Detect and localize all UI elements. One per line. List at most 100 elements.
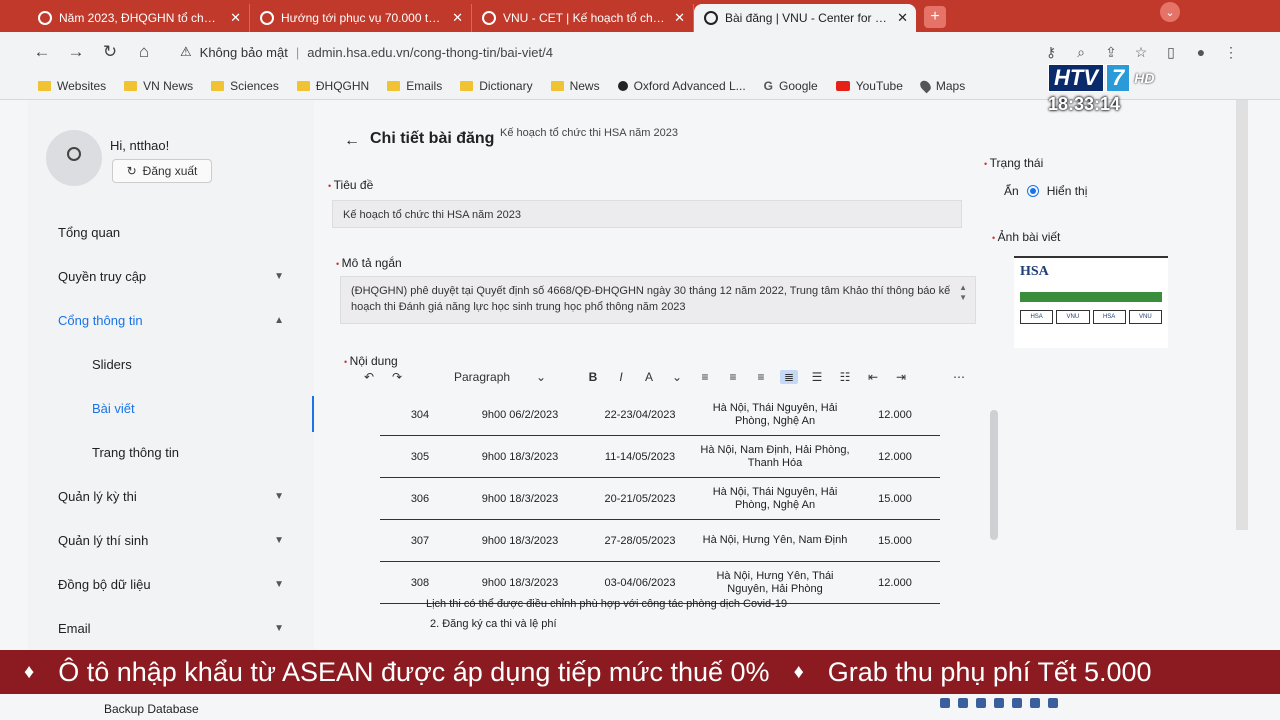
align-right-icon[interactable]: ≡ [752, 370, 770, 384]
logout-icon: ↻ [126, 164, 137, 178]
menu-icon[interactable]: ⋮ [1222, 44, 1240, 61]
logout-button[interactable]: ↻ Đăng xuất [112, 159, 212, 183]
tab-title: VNU - CET | Kế hoạch tổ chức th [503, 11, 668, 25]
taskbar-app-icon[interactable] [976, 698, 986, 708]
exam-place: Hà Nội, Nam Định, Hải Phòng, Thanh Hóa [700, 443, 850, 469]
new-tab-button[interactable]: + [924, 6, 946, 28]
sidebar-item-access[interactable]: Quyền truy cập ▼ [28, 254, 314, 298]
close-tab-icon[interactable]: ✕ [897, 10, 908, 26]
bookmark-item[interactable]: ĐHQGHN [296, 79, 369, 93]
page-title: Chi tiết bài đăng [370, 130, 495, 147]
align-center-icon[interactable]: ≡ [724, 370, 742, 384]
hide-option-label[interactable]: Ẩn [1004, 184, 1019, 198]
redo-icon[interactable]: ↷ [388, 370, 406, 384]
taskbar-app-icon[interactable] [994, 698, 1004, 708]
chevron-down-icon[interactable]: ⌄ [668, 370, 686, 384]
bookmark-label: Websites [57, 78, 107, 93]
sidebar-item-exams[interactable]: Quản lý kỳ thi ▼ [28, 474, 314, 518]
url-bar[interactable]: ⚠ Không bảo mật | admin.hsa.edu.vn/cong-… [172, 38, 1002, 66]
page-scrollbar[interactable] [1236, 100, 1248, 530]
right-panel: Trạng thái Ẩn Hiển thị Ảnh bài viết HSA … [980, 100, 1200, 720]
avatar[interactable] [46, 130, 102, 186]
title-input[interactable]: Kế hoạch tổ chức thi HSA năm 2023 [332, 200, 962, 228]
taskbar-app-icon[interactable] [1048, 698, 1058, 708]
chevron-down-icon: ▼ [274, 534, 284, 546]
align-justify-icon[interactable]: ≣ [780, 370, 798, 384]
bookmark-star-icon[interactable]: ☆ [1132, 44, 1150, 61]
sidebar-item-posts[interactable]: Bài viết [28, 386, 314, 432]
bookmark-item[interactable]: Oxford Advanced L... [617, 79, 746, 93]
bookmark-item[interactable]: Dictionary [460, 79, 533, 93]
show-option-label[interactable]: Hiển thị [1047, 184, 1088, 198]
taskbar-app-icon[interactable] [1030, 698, 1040, 708]
bookmark-label: YouTube [855, 78, 903, 93]
paragraph-label: Paragraph [454, 370, 511, 384]
bookmark-item[interactable]: Sciences [211, 79, 279, 93]
back-icon[interactable]: ← [30, 42, 54, 62]
taskbar-app-icon[interactable] [958, 698, 968, 708]
sidebar-item-candidates[interactable]: Quản lý thí sinh ▼ [28, 518, 314, 562]
show-radio[interactable] [1026, 185, 1039, 197]
bookmark-item[interactable]: Websites [38, 79, 106, 93]
undo-icon[interactable]: ↶ [360, 370, 378, 384]
profile-icon[interactable]: ● [1192, 44, 1210, 61]
editor-scrollbar[interactable] [990, 410, 998, 540]
forward-icon[interactable]: → [64, 42, 88, 62]
bookmark-item[interactable]: G Google [764, 79, 818, 93]
share-icon[interactable]: ⇪ [1102, 44, 1120, 61]
close-tab-icon[interactable]: ✕ [674, 10, 685, 26]
chevron-down-icon: ▼ [274, 578, 284, 590]
zoom-icon[interactable]: ⌕ [1072, 44, 1090, 61]
bookmark-item[interactable]: Emails [387, 79, 442, 93]
sidebar-item-overview[interactable]: Tổng quan [28, 210, 314, 254]
sidebar-item-email[interactable]: Email ▼ [28, 606, 314, 650]
sidebar-item-info-pages[interactable]: Trang thông tin [28, 430, 314, 474]
bullet-list-icon[interactable]: ☰ [808, 370, 826, 384]
italic-icon[interactable]: I [612, 370, 630, 384]
bookmark-item[interactable]: YouTube [835, 78, 903, 93]
close-tab-icon[interactable]: ✕ [452, 10, 463, 26]
close-tab-icon[interactable]: ✕ [230, 10, 241, 26]
reload-icon[interactable]: ↻ [98, 42, 122, 62]
tab-title: Hướng tới phục vụ 70.000 thí sin [281, 11, 446, 25]
page: Hi, ntthao! ↻ Đăng xuất Tổng quan Quyền t… [0, 100, 1280, 720]
paragraph-select[interactable]: Paragraph ⌄ [450, 370, 550, 384]
text-color-icon[interactable]: A [640, 370, 658, 384]
taskbar-app-icon[interactable] [1012, 698, 1022, 708]
sidepanel-icon[interactable]: ▯ [1162, 44, 1180, 61]
exam-qty: 15.000 [878, 534, 912, 547]
browser-tab[interactable]: VNU - CET | Kế hoạch tổ chức th ✕ [472, 4, 694, 32]
sidebar-item-backup[interactable]: Backup Database [104, 702, 199, 716]
numbered-list-icon[interactable]: ☷ [836, 370, 854, 384]
tab-search-icon[interactable]: ⌄ [1160, 2, 1180, 22]
ticker-logo-icon: ♦ [24, 660, 35, 683]
taskbar-app-icon[interactable] [940, 698, 950, 708]
sidebar-item-sync[interactable]: Đồng bộ dữ liệu ▼ [28, 562, 314, 606]
back-arrow-icon[interactable]: ← [344, 132, 360, 150]
bold-icon[interactable]: B [584, 370, 602, 384]
folder-icon [550, 80, 564, 91]
browser-tab[interactable]: Năm 2023, ĐHQGHN tổ chức 8 c ✕ [28, 4, 250, 32]
key-icon[interactable]: ⚷ [1042, 44, 1060, 61]
outdent-icon[interactable]: ⇤ [864, 370, 882, 384]
align-left-icon[interactable]: ≡ [696, 370, 714, 384]
url-text: admin.hsa.edu.vn/cong-thong-tin/bai-viet… [307, 44, 553, 60]
exam-code: 308 [410, 576, 430, 589]
bookmark-item[interactable]: Maps [917, 78, 965, 93]
sidebar-item-sliders[interactable]: Sliders [28, 342, 314, 386]
browser-tab[interactable]: Hướng tới phục vụ 70.000 thí sin ✕ [250, 4, 472, 32]
bookmark-item[interactable]: News [550, 79, 600, 93]
indent-icon[interactable]: ⇥ [892, 370, 910, 384]
home-icon[interactable]: ⌂ [132, 42, 156, 62]
page-subtitle: Kế hoạch tổ chức thi HSA năm 2023 [500, 127, 678, 139]
browser-tab-active[interactable]: Bài đăng | VNU - Center for Educ ✕ [694, 4, 916, 32]
sidebar-item-label: Đồng bộ dữ liệu [58, 576, 151, 592]
logo-hd: HD [1134, 70, 1155, 86]
textarea-scroll-icon[interactable]: ▲ ▼ [959, 283, 967, 303]
post-thumbnail[interactable]: HSA HSA VNU HSA VNU [1014, 256, 1168, 348]
summary-textarea[interactable]: (ĐHQGHN) phê duyệt tại Quyết định số 466… [340, 276, 976, 324]
exam-code: 305 [410, 450, 430, 463]
more-icon[interactable]: ⋯ [950, 370, 968, 384]
bookmark-item[interactable]: VN News [124, 79, 193, 93]
sidebar-item-portal[interactable]: Cổng thông tin ▲ [28, 298, 314, 342]
